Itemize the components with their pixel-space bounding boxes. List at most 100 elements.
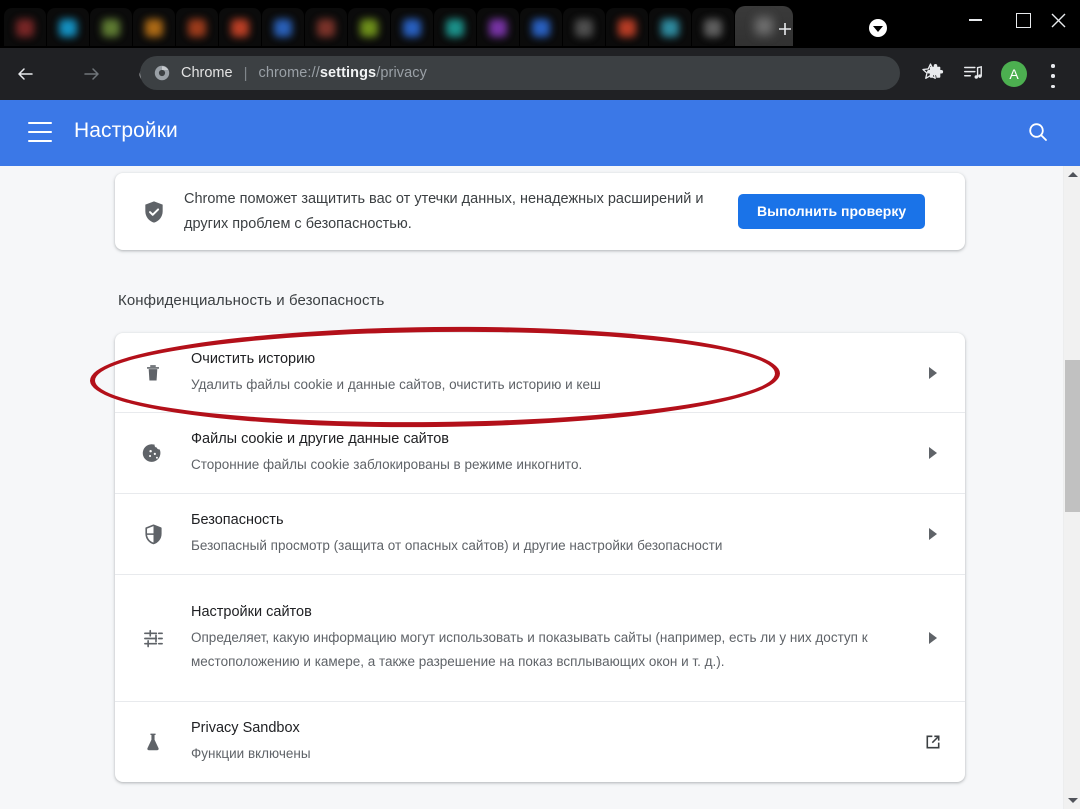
- settings-row-clear-browsing-data[interactable]: Очистить историю Удалить файлы cookie и …: [115, 333, 965, 412]
- row-title: Очистить историю: [191, 350, 316, 367]
- tab-favicon: [575, 19, 593, 37]
- browser-tab[interactable]: [90, 8, 132, 46]
- tab-favicon: [231, 19, 249, 37]
- tab-favicon: [618, 19, 636, 37]
- avatar-letter: A: [1009, 66, 1019, 82]
- browser-tab[interactable]: [176, 8, 218, 46]
- browser-tab[interactable]: [133, 8, 175, 46]
- chevron-down-icon: [873, 25, 883, 32]
- browser-tab[interactable]: [391, 8, 433, 46]
- scroll-up-button[interactable]: [1064, 166, 1080, 183]
- address-bar[interactable]: Chrome | chrome://settings/privacy: [140, 56, 900, 90]
- tab-favicon: [532, 19, 550, 37]
- search-icon: [1029, 123, 1047, 141]
- tab-favicon: [446, 19, 464, 37]
- url-suffix: /privacy: [376, 65, 427, 81]
- row-text: Настройки сайтов Определяет, какую инфор…: [191, 602, 901, 674]
- row-subtitle: Функции включены: [191, 746, 311, 761]
- browser-tab[interactable]: [4, 8, 46, 46]
- close-icon: [1051, 13, 1065, 27]
- browser-tab[interactable]: [477, 8, 519, 46]
- arrow-right-icon: [84, 68, 99, 80]
- privacy-settings-card: Очистить историю Удалить файлы cookie и …: [115, 333, 965, 782]
- browser-toolbar: Chrome | chrome://settings/privacy A: [0, 48, 1080, 100]
- shield-icon: [115, 523, 191, 546]
- browser-tab[interactable]: [262, 8, 304, 46]
- row-text: Privacy Sandbox Функции включены: [191, 718, 901, 766]
- tab-favicon: [360, 19, 378, 37]
- tab-favicon: [661, 19, 679, 37]
- tab-strip: [0, 0, 1080, 48]
- browser-tab[interactable]: [348, 8, 390, 46]
- media-control-button[interactable]: [960, 60, 986, 86]
- url-prefix: chrome://: [258, 65, 320, 81]
- kebab-dot: [1051, 74, 1055, 78]
- profile-avatar[interactable]: A: [1001, 61, 1027, 87]
- url-bold-segment: settings: [319, 65, 377, 81]
- tab-favicon: [403, 19, 421, 37]
- tab-favicon: [145, 19, 163, 37]
- row-text: Очистить историю Удалить файлы cookie и …: [191, 349, 901, 397]
- tab-search-button[interactable]: [866, 16, 890, 40]
- arrow-left-icon: [18, 68, 33, 80]
- plus-icon: [779, 23, 791, 35]
- cookie-icon: [115, 442, 191, 465]
- chrome-logo-icon: [153, 64, 171, 82]
- browser-tab[interactable]: [520, 8, 562, 46]
- omnibox-separator: |: [243, 64, 248, 82]
- browser-tab[interactable]: [649, 8, 691, 46]
- browser-tab[interactable]: [47, 8, 89, 46]
- hamburger-line: [28, 139, 52, 142]
- scrollbar-thumb[interactable]: [1065, 360, 1080, 512]
- omnibox-url: chrome://settings/privacy: [258, 65, 427, 81]
- page-scrollbar[interactable]: [1063, 166, 1080, 809]
- window-minimize-button[interactable]: [952, 4, 998, 36]
- settings-search-button[interactable]: [1026, 120, 1052, 146]
- media-playlist-icon: [964, 65, 982, 79]
- settings-content: Chrome поможет защитить вас от утечки да…: [0, 166, 1063, 809]
- run-safety-check-button[interactable]: Выполнить проверку: [738, 194, 926, 229]
- row-title: Файлы cookie и другие данные сайтов: [191, 431, 449, 447]
- hamburger-line: [28, 130, 52, 134]
- back-button[interactable]: [9, 58, 41, 90]
- row-subtitle: Сторонние файлы cookie заблокированы в р…: [191, 457, 583, 472]
- settings-row-site-settings[interactable]: Настройки сайтов Определяет, какую инфор…: [115, 574, 965, 701]
- settings-row-security[interactable]: Безопасность Безопасный просмотр (защита…: [115, 493, 965, 574]
- maximize-icon: [1015, 12, 1031, 28]
- row-subtitle: Безопасный просмотр (защита от опасных с…: [191, 538, 723, 553]
- settings-menu-button[interactable]: [28, 122, 52, 142]
- browser-tab[interactable]: [434, 8, 476, 46]
- browser-tab[interactable]: [606, 8, 648, 46]
- open-in-new-icon[interactable]: [901, 732, 965, 752]
- browser-tab[interactable]: [305, 8, 347, 46]
- tab-favicon: [317, 19, 335, 37]
- chrome-menu-button[interactable]: [1044, 62, 1062, 90]
- page-title: Настройки: [74, 119, 178, 142]
- safety-check-card: Chrome поможет защитить вас от утечки да…: [115, 173, 965, 250]
- tab-favicon: [755, 17, 773, 35]
- settings-row-cookies[interactable]: Файлы cookie и другие данные сайтов Стор…: [115, 412, 965, 493]
- kebab-dot: [1051, 64, 1055, 68]
- chevron-right-icon[interactable]: [901, 366, 965, 379]
- row-text: Безопасность Безопасный просмотр (защита…: [191, 510, 901, 558]
- chevron-right-icon[interactable]: [901, 528, 965, 540]
- window-close-button[interactable]: [1040, 4, 1076, 36]
- browser-tab[interactable]: [692, 8, 734, 46]
- settings-row-privacy-sandbox[interactable]: Privacy Sandbox Функции включены: [115, 701, 965, 782]
- chevron-right-icon[interactable]: [901, 632, 965, 644]
- flask-icon: [115, 731, 191, 753]
- puzzle-icon: [926, 63, 943, 78]
- browser-tab[interactable]: [563, 8, 605, 46]
- tab-favicon: [704, 19, 722, 37]
- forward-button[interactable]: [76, 58, 108, 90]
- browser-tab[interactable]: [219, 8, 261, 46]
- row-subtitle: Удалить файлы cookie и данные сайтов, оч…: [191, 376, 601, 392]
- omnibox-brand-chip: Chrome: [181, 65, 233, 81]
- trash-icon: [115, 362, 191, 384]
- tab-favicon: [59, 19, 77, 37]
- extensions-button[interactable]: [922, 60, 948, 86]
- chevron-right-icon[interactable]: [901, 447, 965, 459]
- scroll-down-button[interactable]: [1064, 792, 1080, 809]
- tab-favicon: [16, 19, 34, 37]
- new-tab-button[interactable]: [772, 16, 798, 42]
